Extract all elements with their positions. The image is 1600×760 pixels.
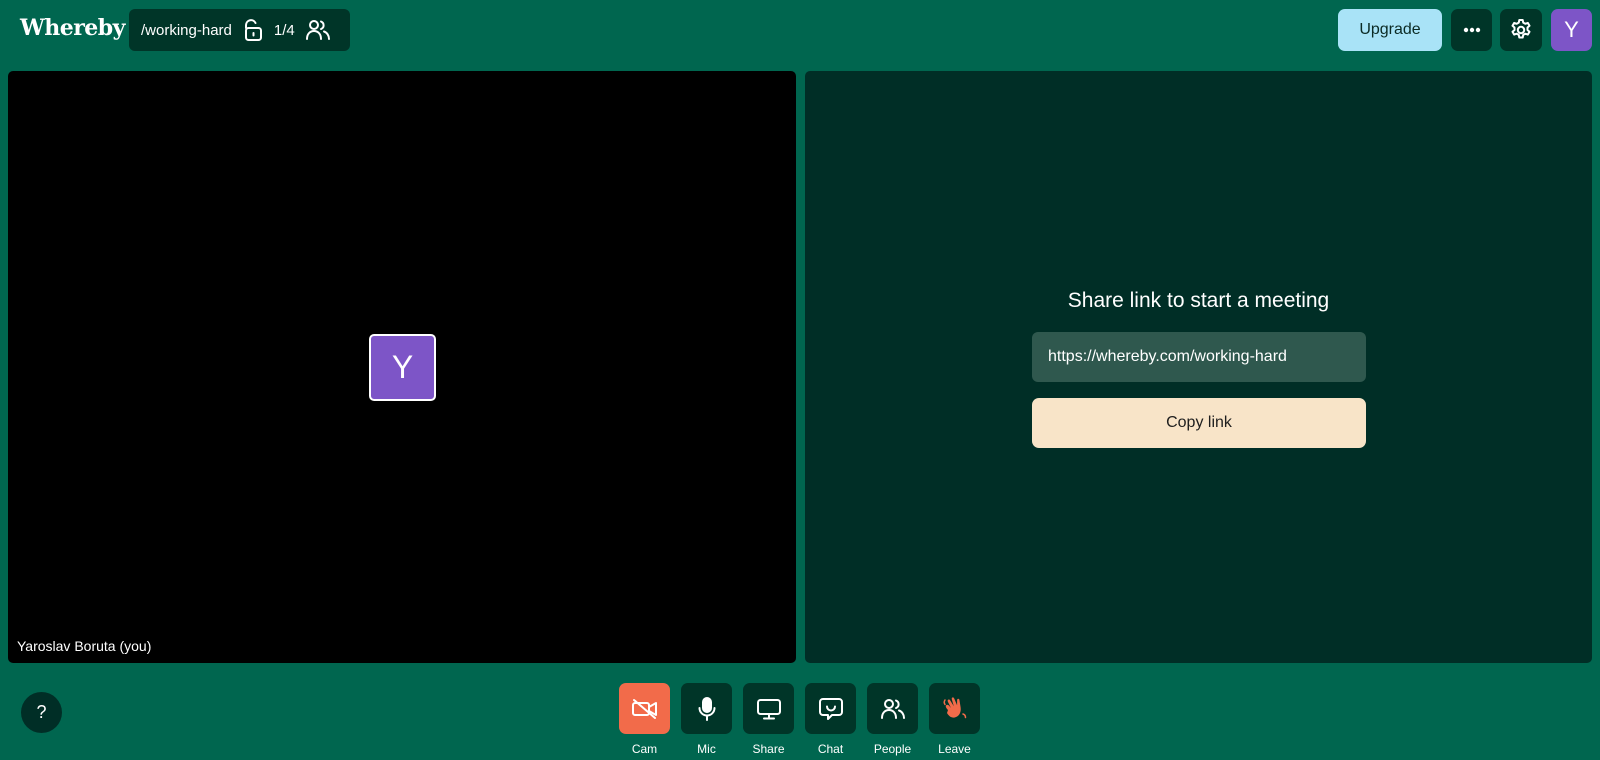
whereby-logo[interactable]: Whereby [20, 15, 125, 41]
chat-icon [818, 697, 843, 720]
top-bar: Whereby /working-hard 1/4 Upgrade Y [0, 0, 1600, 62]
user-avatar-button[interactable]: Y [1551, 9, 1592, 51]
more-options-button[interactable] [1451, 9, 1492, 51]
self-name-label: Yaroslav Boruta (you) [17, 638, 152, 654]
people-button[interactable]: People [867, 683, 918, 756]
self-video-tile: Y Yaroslav Boruta (you) [8, 71, 796, 663]
unlocked-padlock-icon[interactable] [242, 18, 264, 42]
chat-button[interactable]: Chat [805, 683, 856, 756]
cam-label: Cam [631, 742, 658, 756]
waving-hand-icon [943, 696, 966, 718]
share-link-panel: Share link to start a meeting Copy link [805, 71, 1592, 663]
screen-share-icon [756, 698, 781, 719]
room-name[interactable]: /working-hard [141, 22, 232, 39]
cam-button[interactable]: Cam [619, 683, 670, 756]
upgrade-button[interactable]: Upgrade [1338, 9, 1442, 51]
mic-button-box[interactable] [681, 683, 732, 734]
settings-button[interactable] [1500, 9, 1542, 51]
leave-button[interactable]: Leave [929, 683, 980, 756]
people-icon[interactable] [305, 19, 331, 41]
room-info-pill: /working-hard 1/4 [129, 9, 350, 51]
cam-button-box[interactable] [619, 683, 670, 734]
chat-label: Chat [817, 742, 844, 756]
gear-icon [1511, 19, 1531, 39]
self-avatar: Y [369, 334, 436, 401]
more-dots-icon [1463, 27, 1480, 33]
people-button-box[interactable] [867, 683, 918, 734]
leave-button-box[interactable] [929, 683, 980, 734]
microphone-icon [698, 696, 715, 721]
people-icon [880, 698, 905, 719]
leave-label: Leave [938, 742, 971, 756]
share-label: Share [752, 742, 785, 756]
share-screen-button[interactable]: Share [743, 683, 794, 756]
participant-count: 1/4 [273, 21, 295, 39]
mic-button[interactable]: Mic [681, 683, 732, 756]
chat-button-box[interactable] [805, 683, 856, 734]
meeting-link-field[interactable] [1032, 332, 1366, 382]
help-button[interactable]: ? [21, 692, 62, 733]
people-label: People [873, 742, 912, 756]
mic-label: Mic [697, 742, 716, 756]
camera-off-icon [631, 698, 657, 719]
copy-link-button[interactable]: Copy link [1032, 398, 1366, 448]
share-panel-title: Share link to start a meeting [1067, 289, 1330, 312]
share-button-box[interactable] [743, 683, 794, 734]
